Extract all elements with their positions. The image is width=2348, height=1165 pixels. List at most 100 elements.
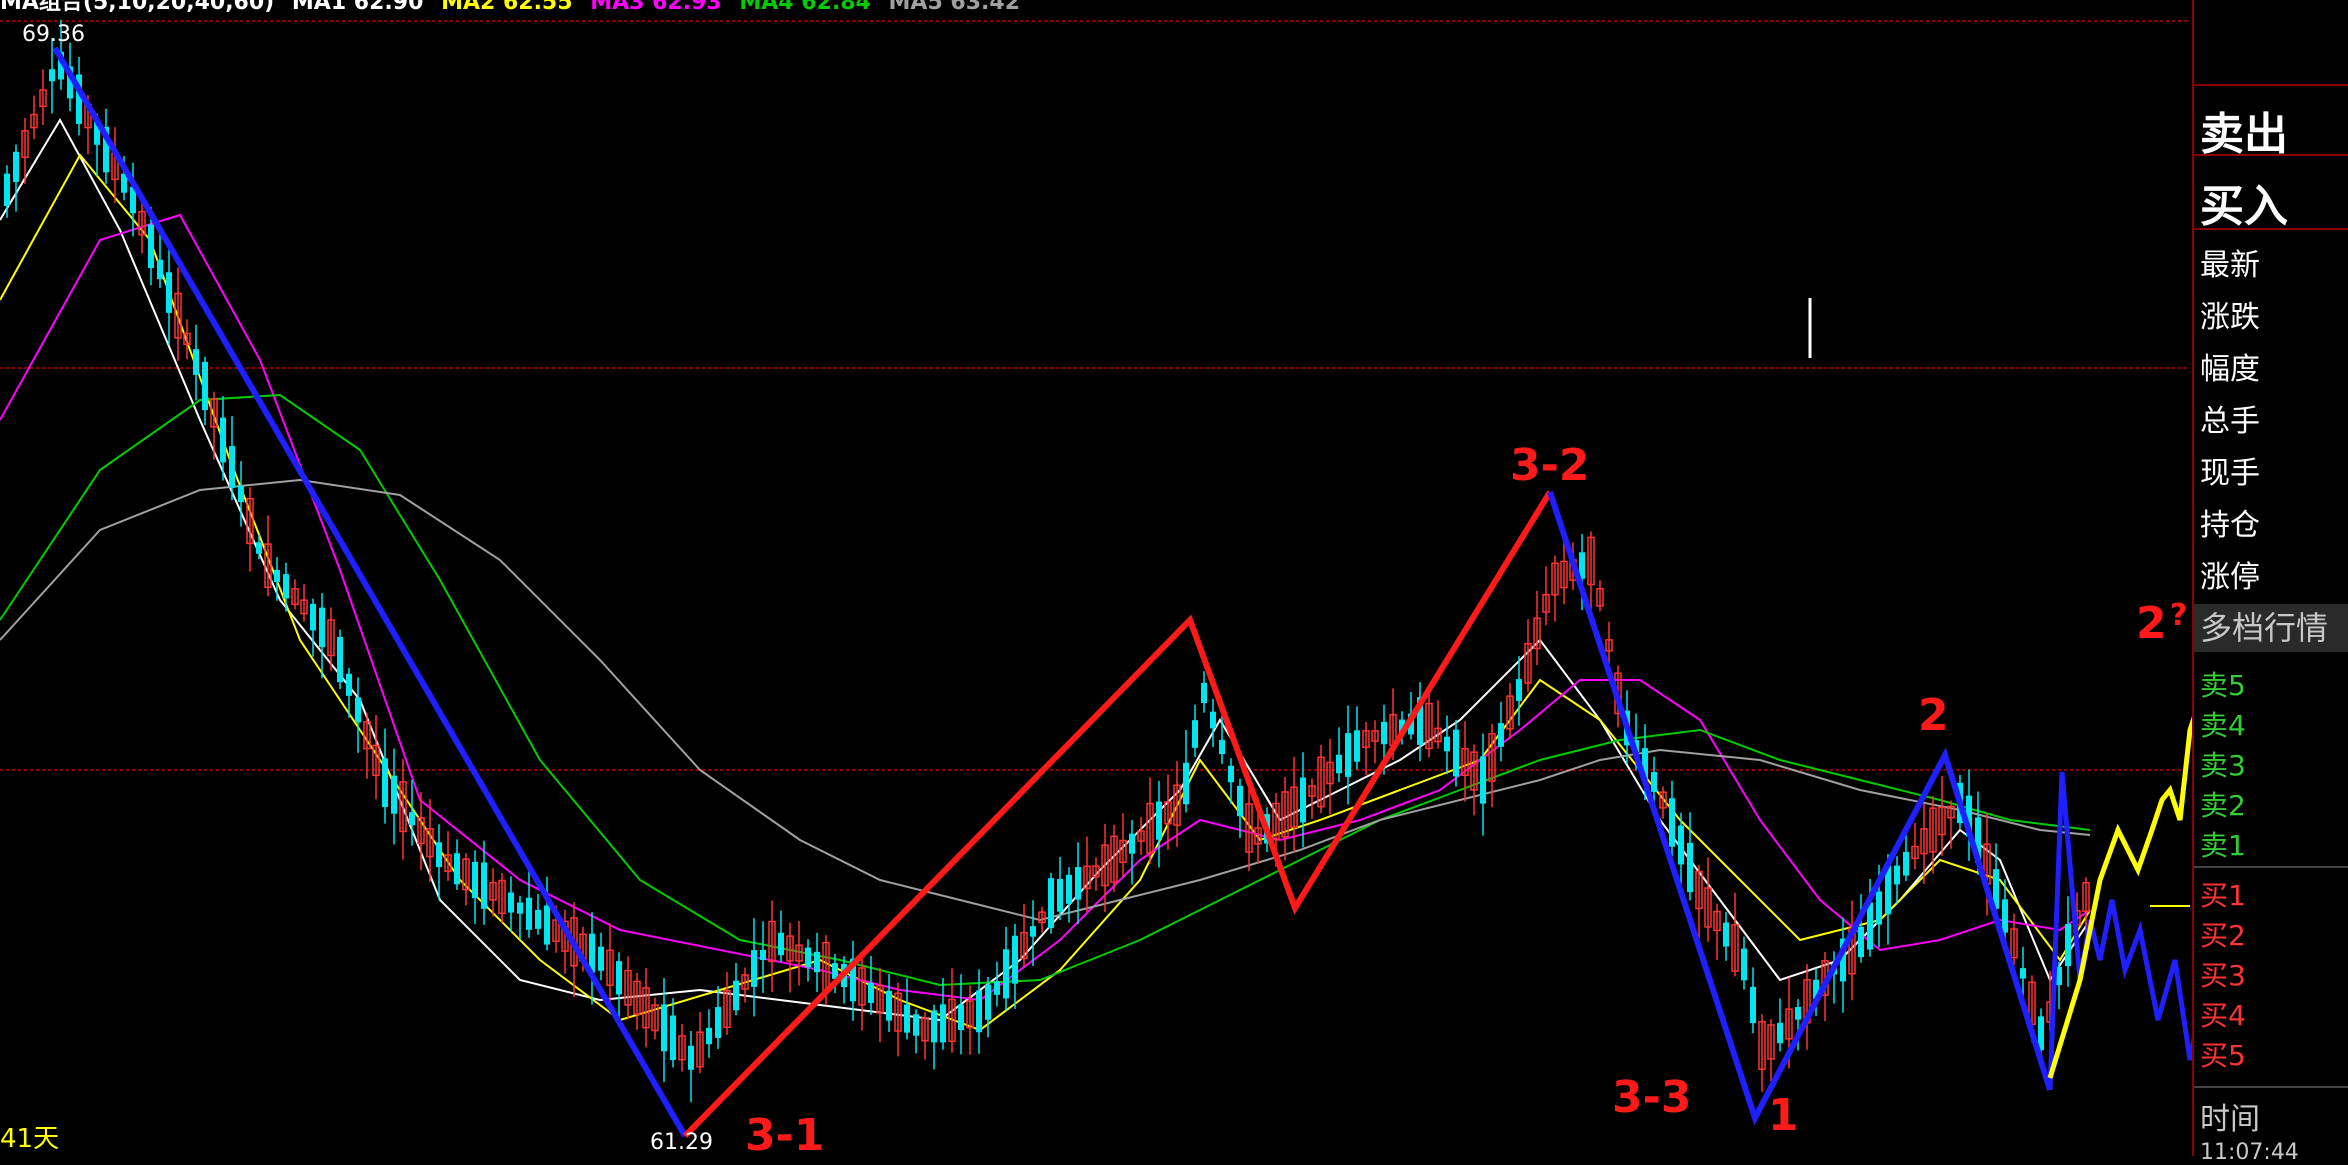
- ask-level: 卖2: [2200, 789, 2246, 822]
- candle-body: [193, 349, 199, 375]
- candle-body: [868, 982, 874, 1003]
- candle-body: [454, 853, 460, 885]
- panel-separator: [2194, 1086, 2348, 1088]
- candle-body: [472, 861, 478, 899]
- candle-body: [715, 1007, 721, 1038]
- candle-body: [1228, 765, 1234, 783]
- high-price-label: 69.36: [22, 22, 85, 47]
- candle-body: [229, 446, 235, 488]
- candle-body: [157, 259, 163, 280]
- row-change-pct: 幅度: [2200, 352, 2260, 387]
- candle-body: [1183, 762, 1189, 805]
- wave-line-blue: [52, 46, 688, 1138]
- candle-body: [1237, 785, 1243, 817]
- annotation-1: 1: [1768, 1090, 1799, 1141]
- candle-body: [1453, 729, 1459, 777]
- candle-body: [706, 1027, 712, 1045]
- candle-body: [1678, 825, 1684, 865]
- candle-body: [1867, 902, 1873, 950]
- chart-area: MA组合(5,10,20,40,60) MA1 62.90 MA2 62.55 …: [0, 0, 2348, 1165]
- quote-panel: 卖出 买入 最新 涨跌 幅度 总手 现手 持仓 涨停 多档行情 卖5 卖4 卖3…: [2192, 0, 2348, 1165]
- candle-body: [355, 697, 361, 723]
- candle-body: [1030, 926, 1036, 937]
- panel-separator: [2194, 84, 2348, 86]
- wave-line-blue: [1547, 491, 2053, 1126]
- candle-body: [1498, 723, 1504, 747]
- candle-body: [2002, 899, 2008, 933]
- candle-body: [319, 607, 325, 648]
- candle-body: [1381, 721, 1387, 745]
- annotation-2-forecast: 2: [2136, 598, 2167, 649]
- candle-body: [1741, 948, 1747, 981]
- sell-button[interactable]: 卖出: [2200, 98, 2348, 162]
- candle-body: [256, 542, 262, 554]
- wave-lines: [52, 46, 2325, 1139]
- candle-body: [1669, 798, 1675, 847]
- wave-line-red: [682, 490, 1553, 1139]
- candle-body: [391, 775, 397, 814]
- annotation-3-3: 3-3: [1612, 1072, 1692, 1123]
- ask-level: 卖4: [2200, 709, 2246, 742]
- candle-body: [436, 842, 442, 868]
- candle-body: [778, 932, 784, 956]
- candle-body: [2065, 923, 2071, 967]
- candle-body: [1003, 949, 1009, 999]
- candle-body: [49, 69, 55, 82]
- candle-body: [1723, 922, 1729, 947]
- ask-level: 卖1: [2200, 829, 2246, 862]
- candle-body: [598, 946, 604, 971]
- candle-body: [1210, 711, 1216, 729]
- candle-body: [1192, 720, 1198, 748]
- candle-body: [1903, 851, 1909, 876]
- candle-body: [517, 902, 523, 914]
- row-latest: 最新: [2200, 248, 2260, 283]
- candle-body: [931, 1010, 937, 1043]
- candle-body: [751, 950, 757, 987]
- candlestick-chart: [0, 19, 2325, 1139]
- candle-body: [13, 151, 19, 183]
- candle-body: [526, 897, 532, 930]
- row-current-volume: 现手: [2200, 456, 2260, 491]
- candle-body: [310, 603, 316, 631]
- candle-body: [940, 1004, 946, 1043]
- legend-ma4: MA4 62.84: [739, 0, 871, 15]
- candle-body: [976, 990, 982, 1033]
- legend-ma5: MA5 63.42: [888, 0, 1021, 15]
- bid-level: 买5: [2200, 1039, 2246, 1072]
- legend-ma2: MA2 62.55: [441, 0, 573, 15]
- ask-level: 卖5: [2200, 669, 2246, 702]
- candle-body: [346, 673, 352, 696]
- ma-line: [0, 153, 2091, 1032]
- depth-quote-tab[interactable]: 多档行情: [2194, 604, 2348, 652]
- candle-body: [886, 990, 892, 1021]
- candle-body: [4, 173, 10, 207]
- candle-body: [1075, 867, 1081, 900]
- candle-body: [1777, 1022, 1783, 1044]
- legend-ma3: MA3 62.93: [590, 0, 722, 15]
- candle-body: [1336, 754, 1342, 774]
- panel-separator: [2194, 154, 2348, 156]
- candle-body: [904, 1004, 910, 1033]
- candle-body: [670, 1015, 676, 1061]
- candle-body: [166, 272, 172, 313]
- candle-body: [1201, 682, 1207, 704]
- candle-body: [1048, 878, 1054, 929]
- bid-level: 买1: [2200, 879, 2246, 912]
- low-price-label: 61.29: [650, 1130, 713, 1155]
- candle-body: [220, 417, 226, 463]
- candle-body: [1156, 801, 1162, 840]
- time-value: 11:07:44: [2200, 1140, 2299, 1165]
- buy-button[interactable]: 买入: [2200, 170, 2348, 234]
- candle-body: [1129, 833, 1135, 854]
- candles: [4, 19, 2090, 1103]
- depth-separator: [2194, 866, 2348, 868]
- candle-body: [1876, 891, 1882, 925]
- annotation-question-1: ?: [2170, 598, 2188, 633]
- annotation-3-1: 3-1: [745, 1110, 825, 1161]
- bid-level: 买4: [2200, 999, 2246, 1032]
- legend-prefix: MA组合(5,10,20,40,60): [0, 0, 275, 15]
- row-limit-up: 涨停: [2200, 560, 2260, 595]
- candle-body: [1687, 842, 1693, 893]
- ask-level: 卖3: [2200, 749, 2246, 782]
- candle-body: [958, 1004, 964, 1031]
